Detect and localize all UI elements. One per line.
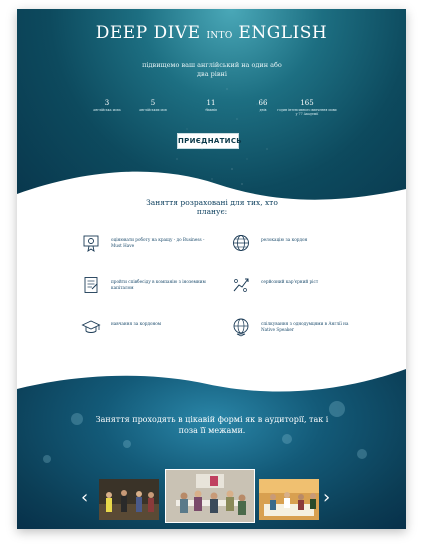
landing-page: DEEP DIVE INTO ENGLISH підвищемо ваш анг… [17,9,406,529]
feature-item: навчання за кордоном [81,317,221,337]
globe-chat-icon [233,318,249,337]
carousel-photo[interactable] [99,479,159,520]
features-heading: Заняття розраховані для тих, хто планує: [146,198,278,216]
title-part2: ENGLISH [232,23,328,43]
stat-item: 5 англійських мов [123,99,183,112]
photo-group-1 [99,479,159,520]
stat-label: англійських мов [139,108,167,112]
bottom-description: Заняття проходять в цікавій формі як в а… [95,415,329,435]
stat-number: 165 [300,99,314,107]
hero-subtitle: підвищемо ваш англійський на один або дв… [142,61,282,78]
feature-item: пройти співбесіду в компанію з іноземним… [81,275,221,295]
stats-row: 3 англійська мова 5 англійських мов 11 тижн… [77,99,377,129]
certificate-icon [83,235,99,252]
carousel-photo-active[interactable] [165,469,255,523]
title-small: INTO [206,31,233,41]
feature-text: навчання за кордоном [111,321,162,326]
feature-text: пройти співбесіду в компанію з іноземним… [111,279,206,290]
bottom-wave-divider [17,349,406,392]
join-button[interactable]: ПРИЄДНАТИСЬ [177,133,242,149]
title-part1: DEEP DIVE [95,23,207,43]
carousel-photo[interactable] [259,479,319,520]
stat-item: 165 годин інтенсивного вивчення мови у 77… [277,99,337,116]
feature-text: оцінювати роботу на кращу - до Business … [111,237,205,248]
page-title: DEEP DIVE INTO ENGLISH [17,23,406,43]
stat-number: 11 [206,99,216,107]
feature-item: спілкування з однодумцями в Англії на Na… [231,317,371,337]
carousel-next-arrow[interactable]: › [323,487,330,508]
stat-number: 5 [150,99,156,107]
globe-icon [233,235,249,251]
feature-text: релокацію за кордон [261,237,308,242]
stat-label: годин інтенсивного вивчення мови у 77 Ак… [277,108,337,116]
stat-item: 11 тижнів [181,99,241,112]
feature-text: серйозний кар'єрний ріст [261,279,319,284]
document-icon [84,277,98,293]
feature-item: релокацію за кордон [231,233,371,253]
carousel-prev-arrow[interactable]: ‹ [81,487,88,508]
feature-text: спілкування з однодумцями в Англії на Na… [261,321,349,332]
growth-icon [233,278,249,292]
stat-label: тижнів [205,108,217,112]
graduation-cap-icon [81,320,101,333]
feature-item: оцінювати роботу на кращу - до Business … [81,233,221,253]
photo-group-2 [259,479,319,520]
feature-item: серйозний кар'єрний ріст [231,275,371,295]
photo-classroom [166,470,254,522]
